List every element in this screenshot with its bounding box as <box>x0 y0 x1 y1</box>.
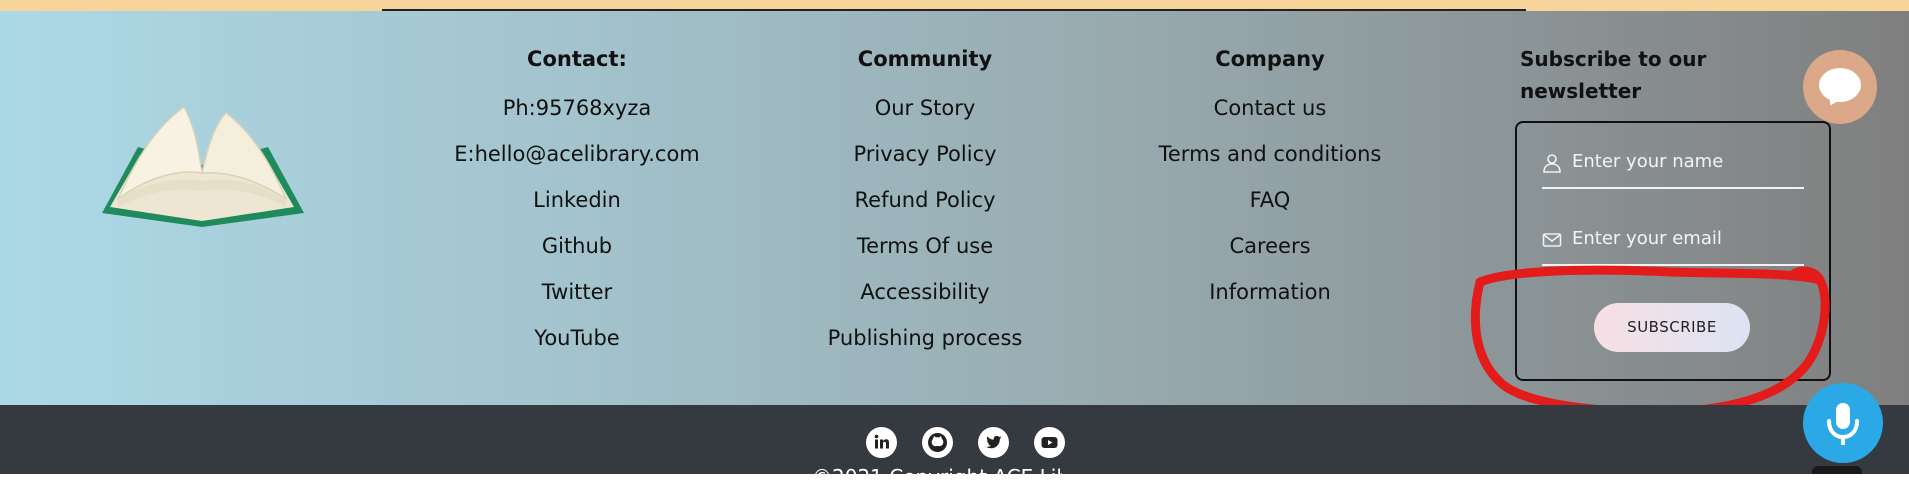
name-field[interactable]: Enter your name <box>1542 141 1804 189</box>
github-icon[interactable] <box>922 427 953 458</box>
contact-link-github[interactable]: Github <box>397 223 757 269</box>
envelope-icon <box>1542 233 1562 247</box>
community-link-our-story[interactable]: Our Story <box>745 85 1105 131</box>
footer-column-contact: Contact: Ph:95768xyza E:hello@acelibrary… <box>397 43 757 361</box>
footer-column-community: Community Our Story Privacy Policy Refun… <box>745 43 1105 361</box>
contact-link-linkedin[interactable]: Linkedin <box>397 177 757 223</box>
community-link-accessibility[interactable]: Accessibility <box>745 269 1105 315</box>
copyright-text: ©2021 Copyright ACE Library <box>812 465 1062 485</box>
chat-button[interactable] <box>1803 50 1877 124</box>
company-link-careers[interactable]: Careers <box>1090 223 1450 269</box>
community-link-terms-of-use[interactable]: Terms Of use <box>745 223 1105 269</box>
contact-email[interactable]: E:hello@acelibrary.com <box>397 131 757 177</box>
linkedin-icon[interactable] <box>866 427 897 458</box>
newsletter-title: Subscribe to our newsletter <box>1520 47 1707 103</box>
community-link-refund-policy[interactable]: Refund Policy <box>745 177 1105 223</box>
email-field-placeholder: Enter your email <box>1572 228 1722 249</box>
open-book-icon <box>102 105 304 227</box>
contact-link-youtube[interactable]: YouTube <box>397 315 757 361</box>
footer-column-company: Company Contact us Terms and conditions … <box>1090 43 1450 315</box>
company-heading: Company <box>1215 47 1325 71</box>
contact-heading: Contact: <box>527 47 627 71</box>
company-link-terms-and-conditions[interactable]: Terms and conditions <box>1090 131 1450 177</box>
contact-phone: Ph:95768xyza <box>502 96 652 120</box>
bottom-bar <box>0 405 1909 474</box>
email-field[interactable]: Enter your email <box>1542 218 1804 266</box>
user-icon <box>1543 154 1561 173</box>
voice-search-button[interactable] <box>1803 383 1883 463</box>
microphone-icon <box>1827 403 1859 445</box>
company-link-information[interactable]: Information <box>1090 269 1450 315</box>
company-link-contact-us[interactable]: Contact us <box>1090 85 1450 131</box>
red-annotation-circle <box>1470 265 1830 417</box>
community-link-publishing-process[interactable]: Publishing process <box>745 315 1105 361</box>
page-edge-shadow <box>1812 466 1862 474</box>
contact-link-twitter[interactable]: Twitter <box>397 269 757 315</box>
community-heading: Community <box>857 47 993 71</box>
twitter-icon[interactable] <box>978 427 1009 458</box>
company-link-faq[interactable]: FAQ <box>1090 177 1450 223</box>
community-link-privacy-policy[interactable]: Privacy Policy <box>745 131 1105 177</box>
name-field-placeholder: Enter your name <box>1572 151 1724 172</box>
youtube-icon[interactable] <box>1034 427 1065 458</box>
